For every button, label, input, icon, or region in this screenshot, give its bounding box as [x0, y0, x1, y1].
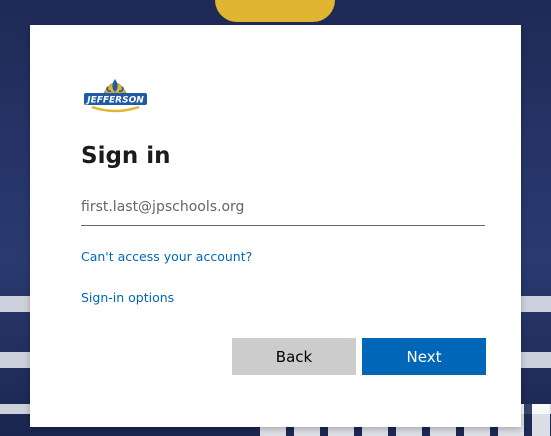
jefferson-logo: JEFFERSON: [84, 79, 147, 113]
next-button[interactable]: Next: [362, 338, 486, 375]
back-button[interactable]: Back: [232, 338, 356, 375]
background-gold-shape: [215, 0, 335, 22]
svg-text:JEFFERSON: JEFFERSON: [85, 96, 144, 106]
cant-access-account-link[interactable]: Can't access your account?: [81, 249, 252, 264]
email-field[interactable]: [81, 191, 485, 226]
signin-card: JEFFERSON Sign in Can't access your acco…: [30, 25, 521, 427]
signin-options-link[interactable]: Sign-in options: [81, 290, 174, 305]
page-title: Sign in: [81, 143, 171, 169]
